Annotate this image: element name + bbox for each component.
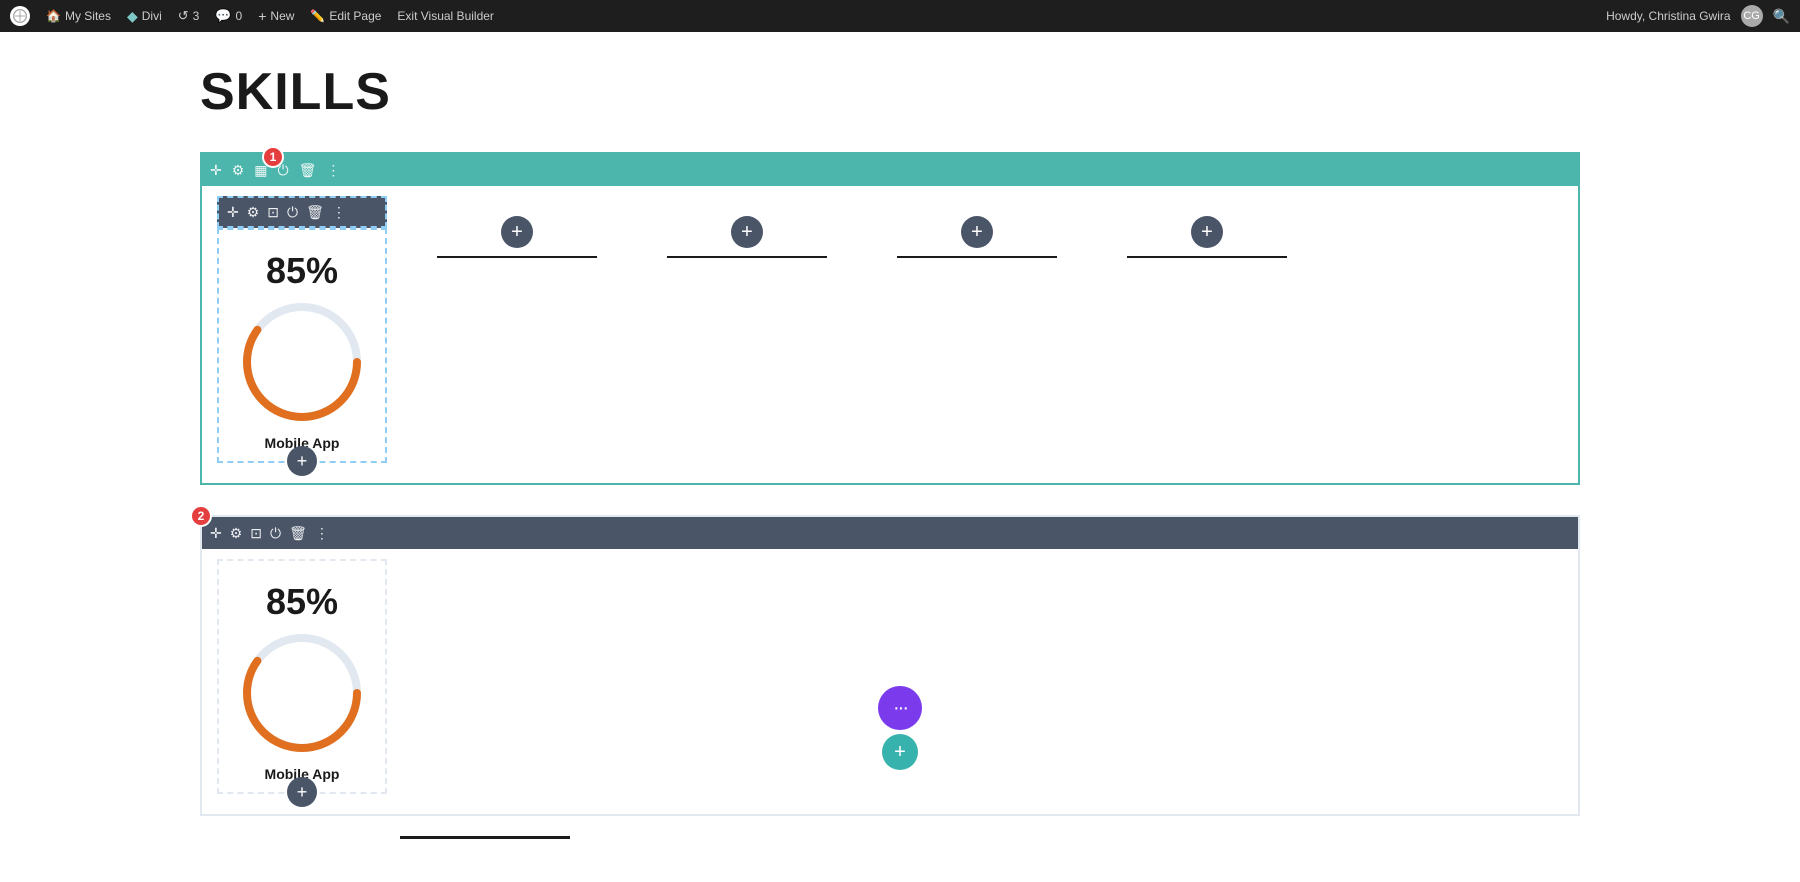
row-move-icon-2[interactable]: ✛: [210, 525, 222, 542]
new-link[interactable]: + New: [258, 8, 294, 24]
section-row-2: 2 ✛ ⚙ ⊡ ⏻ 🗑 ⋮ 85% Mobile App +: [200, 515, 1580, 816]
module-2: 85% Mobile App +: [217, 559, 387, 794]
plus-icon: +: [258, 8, 266, 24]
row-resize-icon-2[interactable]: ⊡: [250, 525, 262, 542]
revisions-icon: ↺: [178, 8, 189, 24]
more-options-icon: ···: [893, 697, 907, 720]
module-delete-icon-1[interactable]: 🗑: [306, 204, 324, 221]
howdy-text: Howdy, Christina Gwira: [1606, 9, 1730, 23]
user-avatar[interactable]: CG: [1741, 5, 1763, 27]
module-resize-icon-1[interactable]: ⊡: [267, 204, 279, 221]
admin-bar-right: Howdy, Christina Gwira CG 🔍: [1606, 5, 1790, 27]
section-row-1: ✛ ⚙ ▦ ⏻ 🗑 ⋮ 1 ✛ ⚙ ⊡ ⏻ 🗑 ⋮: [200, 152, 1580, 485]
module-more-icon-1[interactable]: ⋮: [332, 204, 346, 221]
comments-link[interactable]: 💬 0: [215, 8, 242, 24]
search-icon[interactable]: 🔍: [1773, 8, 1790, 25]
module-move-icon-1[interactable]: ✛: [227, 204, 239, 221]
add-module-btn-1[interactable]: +: [287, 446, 317, 476]
add-section-icon: +: [894, 741, 906, 764]
module-1: 85% Mobile App +: [217, 228, 387, 463]
add-section-button[interactable]: +: [882, 734, 918, 770]
module-power-icon-1[interactable]: ⏻: [287, 204, 298, 221]
column-divider-2: [437, 256, 597, 258]
column-1: ✛ ⚙ ⊡ ⏻ 🗑 ⋮ 85% Mobile App: [202, 196, 402, 463]
module-toolbar-1: ✛ ⚙ ⊡ ⏻ 🗑 ⋮: [217, 196, 387, 228]
column-add-btn-4[interactable]: +: [961, 216, 993, 248]
more-options-button[interactable]: ···: [878, 686, 922, 730]
badge-2: 2: [190, 505, 212, 527]
module-1-percentage: 85%: [266, 250, 338, 292]
row-settings-icon[interactable]: ⚙: [232, 162, 245, 179]
module-2-percentage: 85%: [266, 581, 338, 623]
row-settings-icon-2[interactable]: ⚙: [230, 525, 243, 542]
module-2-circle-chart: [237, 628, 367, 758]
row-move-icon[interactable]: ✛: [210, 162, 222, 179]
column-4-placeholder: +: [862, 196, 1092, 278]
column-add-btn-5[interactable]: +: [1191, 216, 1223, 248]
divi-link[interactable]: ◆ Divi: [127, 8, 162, 25]
revisions-link[interactable]: ↺ 3: [178, 8, 200, 24]
bottom-floating-buttons: ··· +: [878, 686, 922, 770]
row-power-icon-2[interactable]: ⏻: [270, 525, 281, 542]
module-1-circle-chart: [237, 297, 367, 427]
admin-bar: 🏠 My Sites ◆ Divi ↺ 3 💬 0 + New ✏️ Edit …: [0, 0, 1800, 32]
pencil-icon: ✏️: [310, 9, 325, 23]
row-delete-icon-2[interactable]: 🗑: [289, 525, 307, 542]
column-add-btn-3[interactable]: +: [731, 216, 763, 248]
my-sites-link[interactable]: 🏠 My Sites: [46, 9, 111, 23]
add-module-btn-2[interactable]: +: [287, 777, 317, 807]
badge-1: 1: [262, 146, 284, 168]
comments-icon: 💬: [215, 8, 231, 24]
row-toolbar-green: ✛ ⚙ ▦ ⏻ 🗑 ⋮ 1: [202, 154, 1578, 186]
home-icon: 🏠: [46, 9, 61, 23]
column-2-placeholder: +: [402, 196, 632, 278]
column-divider-3: [667, 256, 827, 258]
row-more-icon-2[interactable]: ⋮: [315, 525, 329, 542]
column-5-placeholder: +: [1092, 196, 1322, 278]
exit-visual-builder-link[interactable]: Exit Visual Builder: [397, 9, 494, 23]
page-title: SKILLS: [200, 62, 1600, 122]
module-settings-icon-1[interactable]: ⚙: [247, 204, 260, 221]
wp-logo[interactable]: [10, 6, 30, 26]
row-toolbar-2: ✛ ⚙ ⊡ ⏻ 🗑 ⋮: [202, 517, 1578, 549]
column-add-btn-2[interactable]: +: [501, 216, 533, 248]
column-3-placeholder: +: [632, 196, 862, 278]
row-more-icon[interactable]: ⋮: [326, 162, 340, 179]
edit-page-link[interactable]: ✏️ Edit Page: [310, 9, 381, 23]
column-divider-5: [1127, 256, 1287, 258]
bottom-line: [400, 836, 570, 839]
row-delete-icon[interactable]: 🗑: [299, 162, 317, 179]
module-2-row: 85% Mobile App +: [202, 549, 1578, 814]
divi-icon: ◆: [127, 8, 138, 25]
column-divider-4: [897, 256, 1057, 258]
columns-row: ✛ ⚙ ⊡ ⏻ 🗑 ⋮ 85% Mobile App: [202, 186, 1578, 483]
